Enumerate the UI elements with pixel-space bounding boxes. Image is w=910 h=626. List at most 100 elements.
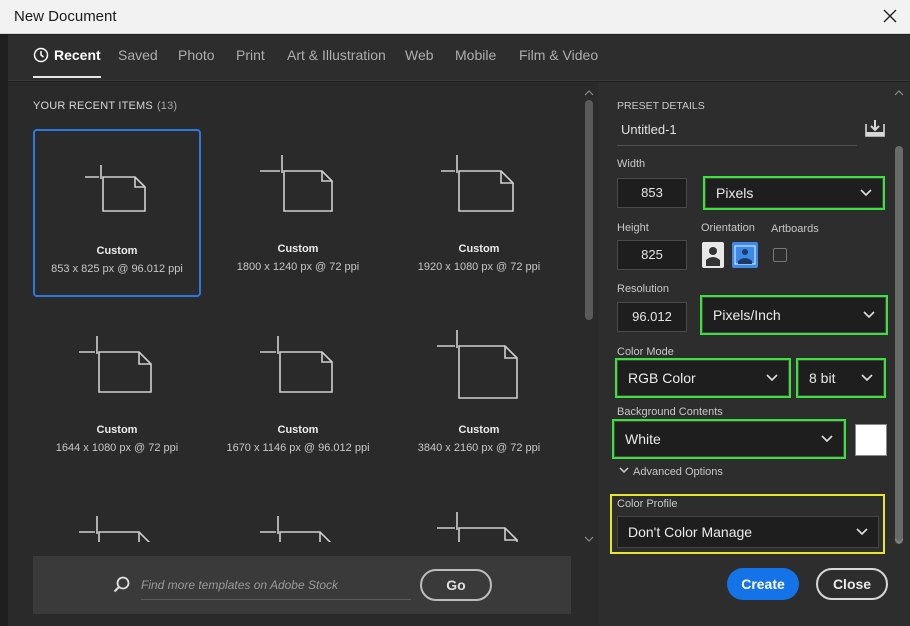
recent-items-scrollbar[interactable] xyxy=(583,86,595,546)
save-preset-icon[interactable] xyxy=(864,118,886,143)
document-icon xyxy=(260,336,333,393)
item-dimensions: 1644 x 1080 px @ 72 ppi xyxy=(55,442,179,454)
item-name: Custom xyxy=(277,424,319,436)
tab-photo[interactable]: Photo xyxy=(178,47,215,63)
item-dimensions: 853 x 825 px @ 96.012 ppi xyxy=(51,263,183,275)
chevron-down-icon xyxy=(860,189,872,197)
tab-web[interactable]: Web xyxy=(405,47,434,63)
width-input[interactable]: 853 xyxy=(617,178,687,208)
landscape-icon xyxy=(734,245,756,265)
close-button[interactable]: Close xyxy=(816,568,888,600)
item-dimensions: 1670 x 1146 px @ 96.012 ppi xyxy=(226,442,370,454)
scroll-up-icon[interactable] xyxy=(583,88,595,98)
recent-item[interactable] xyxy=(33,502,201,542)
scrollbar-thumb[interactable] xyxy=(895,146,903,544)
recent-items-count: (13) xyxy=(156,100,178,112)
tab-label: Recent xyxy=(54,47,101,63)
bit-depth-value: 8 bit xyxy=(809,370,836,386)
active-tab-indicator xyxy=(33,76,101,78)
recent-item[interactable]: Custom 3840 x 2160 px @ 72 ppi xyxy=(395,310,563,478)
recent-item[interactable]: Custom 853 x 825 px @ 96.012 ppi xyxy=(33,129,201,297)
stock-search-bar: Go xyxy=(33,556,571,614)
resolution-input[interactable]: 96.012 xyxy=(617,302,687,332)
recent-item[interactable] xyxy=(214,502,382,542)
recent-item[interactable]: Custom 1670 x 1146 px @ 96.012 ppi xyxy=(214,310,382,478)
chevron-down-icon xyxy=(619,467,629,474)
chevron-down-icon xyxy=(766,374,778,382)
recent-item[interactable]: Custom 1920 x 1080 px @ 72 ppi xyxy=(395,129,563,297)
width-unit-value: Pixels xyxy=(716,185,754,201)
item-name: Custom xyxy=(458,243,500,255)
tab-film-video[interactable]: Film & Video xyxy=(519,47,598,63)
document-icon xyxy=(437,512,518,542)
portrait-orientation-button[interactable] xyxy=(702,242,724,268)
search-icon xyxy=(113,576,131,599)
resolution-unit-value: Pixels/Inch xyxy=(713,307,781,323)
background-contents-label: Background Contents xyxy=(617,406,723,418)
title-bar: New Document xyxy=(0,0,910,34)
document-icon xyxy=(79,336,152,393)
close-icon[interactable] xyxy=(878,4,902,28)
width-unit-dropdown[interactable]: Pixels xyxy=(703,176,885,210)
background-contents-value: White xyxy=(625,431,661,447)
tab-art-illustration[interactable]: Art & Illustration xyxy=(287,47,386,63)
item-name: Custom xyxy=(458,424,500,436)
background-color-swatch[interactable] xyxy=(855,424,887,456)
landscape-orientation-button[interactable] xyxy=(732,242,758,268)
chevron-down-icon xyxy=(821,435,833,443)
preset-details-heading: PRESET DETAILS xyxy=(617,100,705,112)
document-icon xyxy=(79,516,151,542)
advanced-options-label: Advanced Options xyxy=(633,466,723,478)
advanced-options-toggle[interactable]: Advanced Options xyxy=(619,466,723,478)
color-mode-label: Color Mode xyxy=(617,346,674,358)
recent-item[interactable] xyxy=(395,502,563,542)
chevron-down-icon xyxy=(863,311,875,319)
height-input[interactable]: 825 xyxy=(617,240,687,270)
color-profile-value: Don't Color Manage xyxy=(628,524,753,540)
item-name: Custom xyxy=(96,245,138,257)
preset-details-scrollbar[interactable] xyxy=(893,88,905,548)
document-icon xyxy=(260,516,332,542)
bit-depth-dropdown[interactable]: 8 bit xyxy=(796,358,886,398)
scroll-down-icon[interactable] xyxy=(893,536,905,546)
clock-icon xyxy=(33,47,49,66)
document-icon xyxy=(441,155,514,212)
resolution-unit-dropdown[interactable]: Pixels/Inch xyxy=(700,295,888,335)
item-name: Custom xyxy=(277,243,319,255)
tab-print[interactable]: Print xyxy=(236,47,265,63)
width-label: Width xyxy=(617,158,646,170)
chevron-down-icon xyxy=(861,374,873,382)
category-tabs: Recent Saved Photo Print Art & Illustrat… xyxy=(8,35,910,81)
tab-recent[interactable]: Recent xyxy=(33,47,101,78)
recent-items-heading: YOUR RECENT ITEMS (13) xyxy=(33,100,178,112)
item-dimensions: 3840 x 2160 px @ 72 ppi xyxy=(417,442,541,454)
color-mode-dropdown[interactable]: RGB Color xyxy=(615,358,791,398)
scrollbar-thumb[interactable] xyxy=(585,100,593,320)
color-mode-value: RGB Color xyxy=(628,370,696,386)
document-icon xyxy=(85,165,146,212)
background-contents-dropdown[interactable]: White xyxy=(612,419,846,459)
tab-mobile[interactable]: Mobile xyxy=(455,47,496,63)
document-icon xyxy=(437,330,518,399)
recent-items-panel: YOUR RECENT ITEMS (13) Custom 853 x 825 p… xyxy=(8,82,598,626)
height-label: Height xyxy=(617,222,649,234)
artboards-label: Artboards xyxy=(771,223,819,235)
stock-search-input[interactable] xyxy=(141,570,411,600)
window-title: New Document xyxy=(14,8,117,25)
recent-item[interactable]: Custom 1644 x 1080 px @ 72 ppi xyxy=(33,310,201,478)
item-dimensions: 1800 x 1240 px @ 72 ppi xyxy=(236,261,360,273)
go-button[interactable]: Go xyxy=(420,569,492,601)
item-name: Custom xyxy=(96,424,138,436)
create-button[interactable]: Create xyxy=(727,568,799,600)
preset-name-field[interactable]: Untitled-1 xyxy=(617,118,857,146)
scroll-up-icon[interactable] xyxy=(893,88,905,98)
tab-saved[interactable]: Saved xyxy=(118,47,158,63)
artboards-checkbox[interactable] xyxy=(773,248,787,262)
resolution-label: Resolution xyxy=(617,283,669,295)
preset-details-panel: PRESET DETAILS Untitled-1 Width 853 Pixe… xyxy=(598,82,910,626)
orientation-label: Orientation xyxy=(701,222,755,234)
scroll-down-icon[interactable] xyxy=(583,534,595,544)
recent-item[interactable]: Custom 1800 x 1240 px @ 72 ppi xyxy=(214,129,382,297)
color-profile-dropdown[interactable]: Don't Color Manage xyxy=(617,516,879,548)
color-profile-label: Color Profile xyxy=(617,498,678,510)
